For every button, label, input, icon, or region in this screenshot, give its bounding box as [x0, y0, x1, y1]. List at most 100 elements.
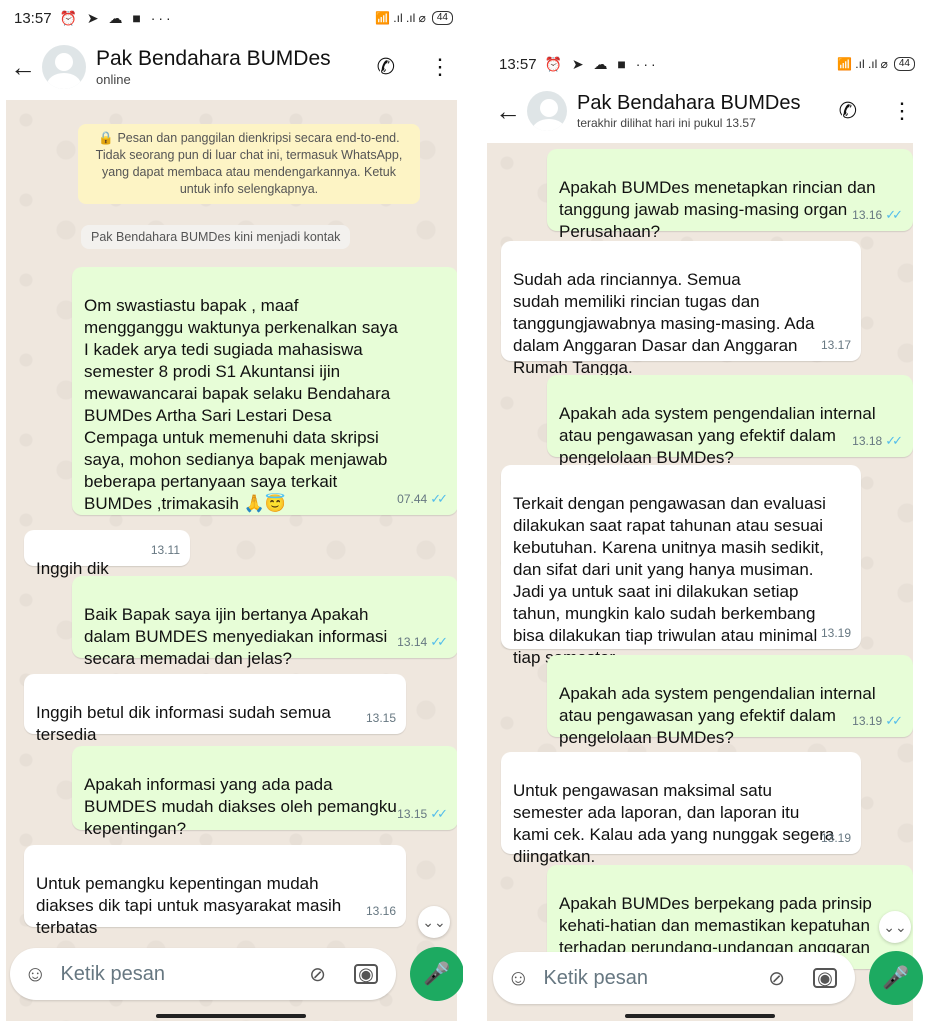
contact-status: terakhir dilihat hari ini pukul 13.57: [577, 116, 756, 130]
contact-notice: Pak Bendahara BUMDes kini menjadi kontak: [81, 225, 351, 249]
more-options-icon[interactable]: ⋮: [891, 98, 913, 124]
message-bubble-out[interactable]: Om swastiastu bapak , maaf mengganggu wa…: [72, 267, 457, 515]
message-bubble-in[interactable]: Inggih dik 13.11: [24, 530, 190, 578]
status-right: 📶 .ıl .ıl ⌀ 44: [837, 57, 915, 71]
nav-gesture-bar[interactable]: [625, 1014, 775, 1018]
camera-icon[interactable]: ◉: [813, 968, 837, 988]
chat-area[interactable]: 🔒 Pesan dan panggilan dienkripsi secara …: [6, 100, 457, 1021]
message-text: Terkait dengan pengawasan dan evaluasi d…: [513, 494, 826, 667]
message-text: Apakah ada system pengendalian internal …: [559, 684, 876, 747]
right-screenshot: 13:57 ⏰ ➤ ☁ ■ ··· 📶 .ıl .ıl ⌀ 44 ← Pak B…: [485, 0, 925, 1021]
message-time: 13.19: [852, 714, 883, 728]
message-meta: 13.16: [366, 900, 396, 922]
read-ticks-icon: ✓✓: [885, 207, 903, 222]
message-text: Om swastiastu bapak , maaf mengganggu wa…: [84, 296, 398, 513]
message-time: 13.19: [820, 626, 851, 640]
status-right: 📶 .ıl .ıl ⌀ 44: [375, 11, 453, 25]
avatar[interactable]: [527, 91, 567, 131]
message-meta: 13.18 ✓✓: [852, 430, 903, 452]
header-actions: ✆ ⋮: [377, 54, 451, 80]
read-ticks-icon: ✓✓: [430, 634, 448, 649]
attach-icon[interactable]: ⊘: [768, 966, 785, 991]
encryption-notice[interactable]: 🔒 Pesan dan panggilan dienkripsi secara …: [78, 124, 420, 204]
notification-icons: ⏰ ➤ ☁ ■ ···: [59, 9, 174, 26]
add-call-icon[interactable]: ✆: [377, 54, 395, 80]
message-text: Untuk pemangku kepentingan mudah diakses…: [36, 874, 342, 937]
message-time: 07.44: [397, 492, 428, 506]
message-text: Apakah BUMDes menetapkan rincian dan tan…: [559, 178, 876, 241]
message-bubble-out[interactable]: Apakah informasi yang ada pada BUMDES mu…: [72, 746, 457, 838]
message-bubble-in[interactable]: Sudah ada rinciannya. Semua sudah memili…: [501, 241, 861, 377]
message-meta: 13.19: [821, 827, 851, 849]
message-bubble-in[interactable]: Untuk pemangku kepentingan mudah diakses…: [24, 845, 406, 937]
message-time: 13.14: [397, 635, 428, 649]
message-time: 13.17: [820, 338, 851, 352]
message-time: 13.18: [852, 434, 883, 448]
message-bubble-in[interactable]: Terkait dengan pengawasan dan evaluasi d…: [501, 465, 861, 667]
message-text: Apakah ada system pengendalian internal …: [559, 404, 876, 467]
nav-gesture-bar[interactable]: [156, 1014, 306, 1018]
message-bubble-in[interactable]: Inggih betul dik informasi sudah semua t…: [24, 674, 406, 744]
message-text: Untuk pengawasan maksimal satu semester …: [513, 781, 835, 866]
scroll-down-icon[interactable]: ⌄⌄: [879, 911, 911, 943]
message-input[interactable]: Ketik pesan: [60, 963, 165, 986]
message-time: 13.15: [397, 807, 428, 821]
attach-icon[interactable]: ⊘: [309, 962, 326, 987]
left-screenshot: 13:57 ⏰ ➤ ☁ ■ ··· 📶 .ıl .ıl ⌀ 44 ← Pak B…: [0, 0, 463, 1021]
add-call-icon[interactable]: ✆: [839, 98, 857, 124]
scroll-down-icon[interactable]: ⌄⌄: [418, 906, 450, 938]
message-meta: 13.19 ✓✓: [852, 710, 903, 732]
message-text: Sudah ada rinciannya. Semua sudah memili…: [513, 270, 815, 377]
message-bubble-out[interactable]: Baik Bapak saya ijin bertanya Apakah dal…: [72, 576, 457, 668]
message-text: Apakah informasi yang ada pada BUMDES mu…: [84, 775, 397, 838]
more-options-icon[interactable]: ⋮: [429, 54, 451, 80]
message-bubble-out[interactable]: Apakah ada system pengendalian internal …: [547, 375, 913, 467]
message-time: 13.15: [365, 711, 396, 725]
message-meta: 13.14 ✓✓: [397, 631, 448, 653]
camera-icon[interactable]: ◉: [354, 964, 378, 984]
emoji-icon[interactable]: ☺: [507, 965, 529, 991]
message-meta: 13.17: [821, 334, 851, 356]
contact-name: Pak Bendahara BUMDes: [96, 47, 331, 70]
status-bar: 13:57 ⏰ ➤ ☁ ■ ··· 📶 .ıl .ıl ⌀ 44: [485, 50, 925, 78]
message-time: 13.11: [150, 543, 180, 557]
message-meta: 07.44 ✓✓: [397, 488, 448, 510]
read-ticks-icon: ✓✓: [885, 433, 903, 448]
battery-icon: 44: [893, 57, 915, 71]
status-bar: 13:57 ⏰ ➤ ☁ ■ ··· 📶 .ıl .ıl ⌀ 44: [0, 0, 463, 36]
read-ticks-icon: ✓✓: [885, 713, 903, 728]
notification-icons: ⏰ ➤ ☁ ■ ···: [544, 55, 659, 72]
status-time: 13:57: [499, 55, 537, 73]
mic-icon[interactable]: 🎤: [869, 951, 923, 1005]
battery-icon: 44: [431, 11, 453, 25]
message-bubble-in[interactable]: Untuk pengawasan maksimal satu semester …: [501, 752, 861, 866]
back-arrow-icon[interactable]: ←: [10, 52, 36, 83]
message-text: Baik Bapak saya ijin bertanya Apakah dal…: [84, 605, 388, 668]
message-input[interactable]: Ketik pesan: [543, 967, 648, 990]
message-input-box[interactable]: ☺ Ketik pesan ⊘ ◉: [493, 952, 855, 1004]
avatar[interactable]: [42, 45, 86, 89]
back-arrow-icon[interactable]: ←: [495, 96, 521, 127]
message-meta: 13.19: [821, 622, 851, 644]
header-actions: ✆ ⋮: [839, 98, 913, 124]
message-time: 13.19: [820, 831, 851, 845]
emoji-icon[interactable]: ☺: [24, 961, 46, 987]
chat-header: ← Pak Bendahara BUMDes online ✆ ⋮: [0, 36, 463, 98]
message-bubble-out[interactable]: Apakah BUMDes menetapkan rincian dan tan…: [547, 149, 913, 241]
read-ticks-icon: ✓✓: [430, 806, 448, 821]
contact-info[interactable]: Pak Bendahara BUMDes terakhir dilihat ha…: [577, 92, 800, 130]
message-bubble-out[interactable]: Apakah ada system pengendalian internal …: [547, 655, 913, 747]
mic-icon[interactable]: 🎤: [410, 947, 463, 1001]
read-ticks-icon: ✓✓: [430, 491, 448, 506]
divider: [463, 0, 485, 1021]
signal-icons: 📶 .ıl .ıl ⌀: [837, 57, 888, 71]
chat-area[interactable]: Apakah BUMDes menetapkan rincian dan tan…: [487, 143, 913, 1021]
status-time: 13:57: [14, 9, 52, 27]
message-input-box[interactable]: ☺ Ketik pesan ⊘ ◉: [10, 948, 396, 1000]
contact-info[interactable]: Pak Bendahara BUMDes online: [96, 47, 331, 87]
signal-icons: 📶 .ıl .ıl ⌀: [375, 11, 426, 25]
message-meta: 13.15: [366, 707, 396, 729]
message-time: 13.16: [365, 904, 396, 918]
message-time: 13.16: [852, 208, 883, 222]
message-text: Inggih betul dik informasi sudah semua t…: [36, 703, 331, 744]
